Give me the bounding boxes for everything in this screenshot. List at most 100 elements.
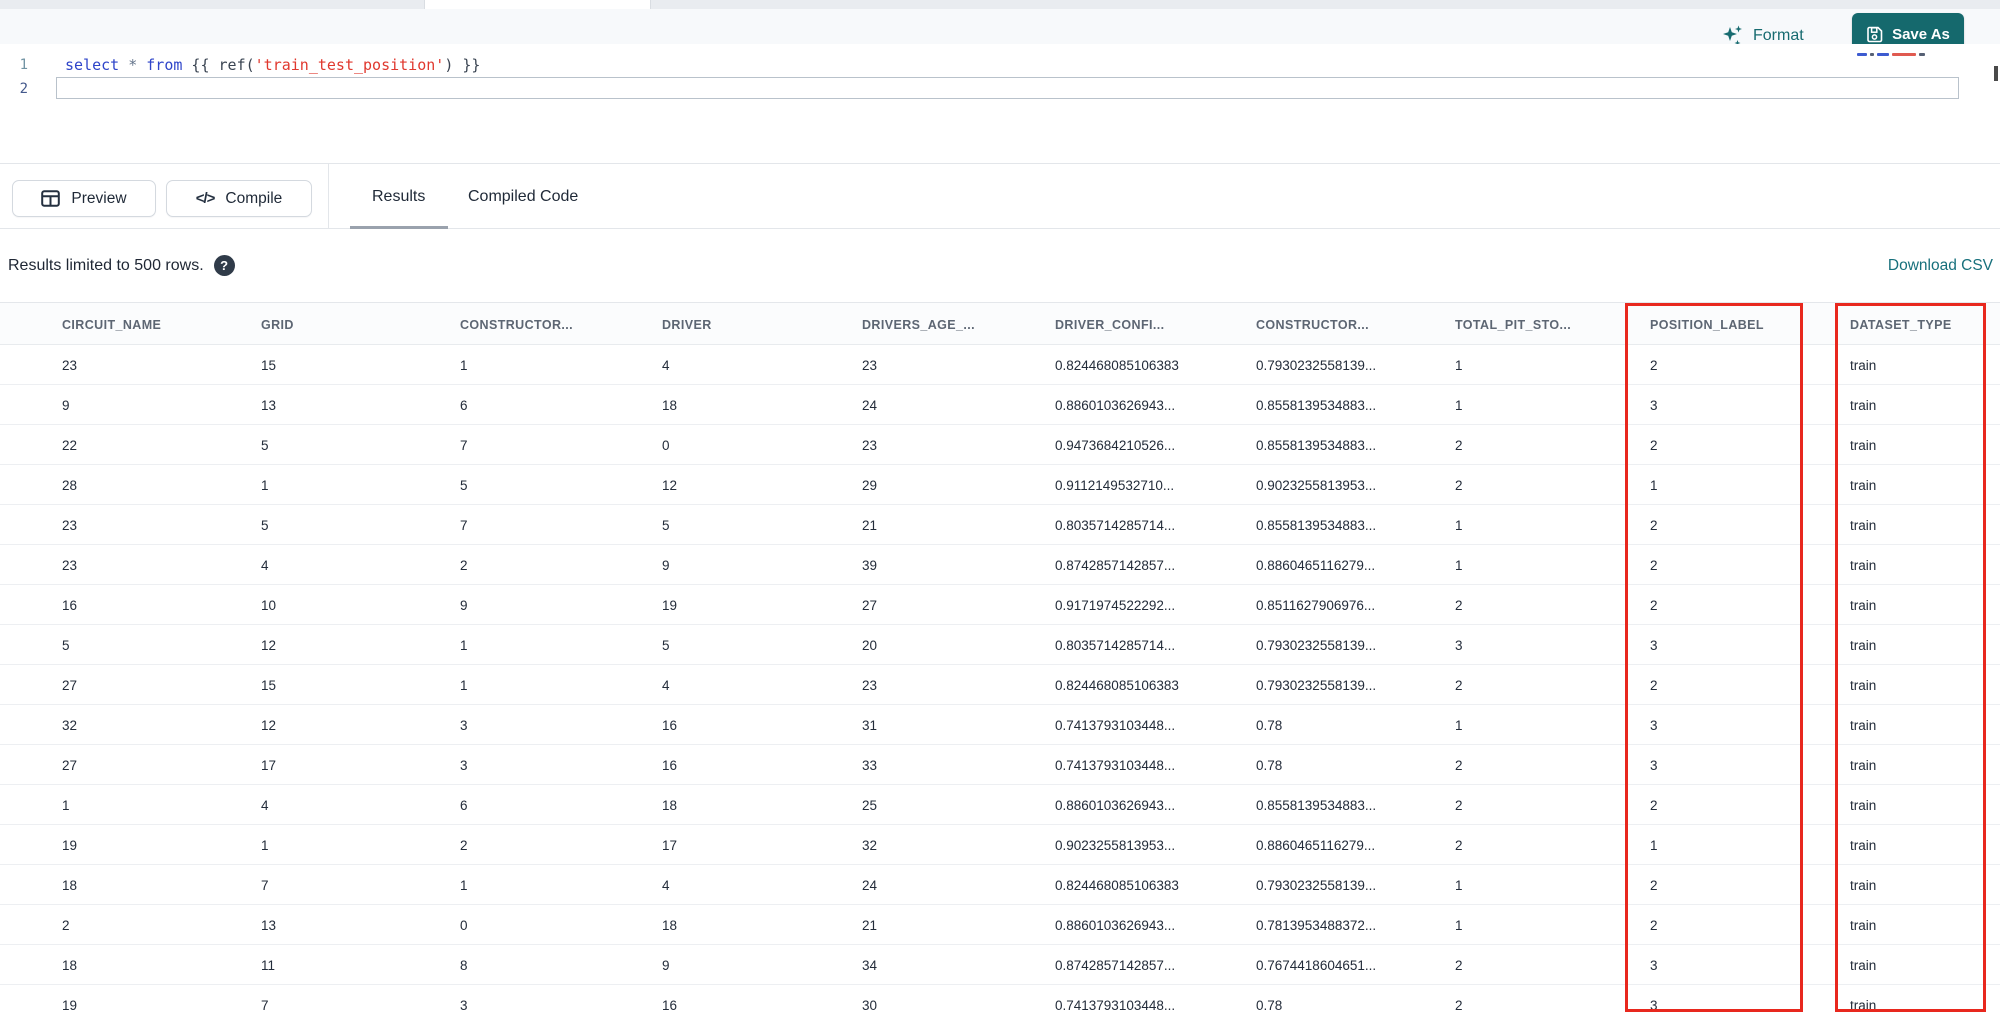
- active-file-tab[interactable]: [424, 0, 651, 9]
- table-cell: 0.7674418604651...: [1256, 957, 1377, 973]
- table-cell: 0.824468085106383: [1055, 877, 1179, 893]
- table-cell: train: [1850, 917, 1877, 933]
- table-cell: 2: [1650, 677, 1658, 693]
- table-cell: 32: [62, 717, 78, 733]
- vertical-divider: [328, 164, 329, 229]
- table-row: 28 1 5 12 29 0.9112149532710... 0.902325581395…: [0, 465, 2000, 505]
- tab-compiled-code-label: Compiled Code: [468, 187, 579, 205]
- table-cell: 0.8742857142857...: [1055, 957, 1176, 973]
- column-header: CONSTRUCTOR...: [1256, 317, 1370, 332]
- table-cell: train: [1850, 757, 1877, 773]
- tab-results[interactable]: Results: [372, 164, 425, 229]
- table-cell: 5: [261, 437, 269, 453]
- sql-code-editor[interactable]: 1 select * from {{ ref('train_test_posit…: [0, 44, 2000, 163]
- table-cell: 3: [460, 757, 468, 773]
- table-cell: 25: [862, 797, 878, 813]
- table-cell: 0.8558139534883...: [1256, 437, 1377, 453]
- table-cell: 0.824468085106383: [1055, 677, 1179, 693]
- table-cell: 1: [1455, 397, 1463, 413]
- column-header: TOTAL_PIT_STO...: [1455, 317, 1572, 332]
- table-cell: 16: [662, 757, 678, 773]
- table-cell: 20: [862, 637, 878, 653]
- table-cell: 18: [662, 917, 678, 933]
- table-cell: 39: [862, 557, 878, 573]
- save-as-label: Save As: [1892, 26, 1950, 43]
- table-cell: train: [1850, 357, 1877, 373]
- table-cell: 6: [460, 397, 468, 413]
- code-token: *: [128, 55, 138, 74]
- column-header: CONSTRUCTOR...: [460, 317, 574, 332]
- table-cell: 12: [662, 477, 678, 493]
- table-row: 16 10 9 19 27 0.9171974522292... 0.85116279069…: [0, 585, 2000, 625]
- table-cell: 4: [662, 677, 670, 693]
- table-cell: 16: [62, 597, 78, 613]
- tab-compiled-code[interactable]: Compiled Code: [468, 164, 578, 229]
- table-cell: 1: [460, 637, 468, 653]
- table-cell: 0: [460, 917, 468, 933]
- table-cell: 17: [662, 837, 678, 853]
- table-cell: 4: [261, 797, 269, 813]
- table-cell: 0.8558139534883...: [1256, 797, 1377, 813]
- table-cell: 7: [460, 437, 468, 453]
- help-icon[interactable]: ?: [213, 255, 235, 276]
- column-header: DATASET_TYPE: [1850, 317, 1952, 332]
- table-cell: 2: [1650, 437, 1658, 453]
- results-table: CIRCUIT_NAME GRID CONSTRUCTOR... DRIVER DRIV…: [0, 302, 2000, 1020]
- table-cell: 0.7930232558139...: [1256, 677, 1377, 693]
- line-number-1: 1: [19, 56, 28, 73]
- code-line-1: 1 select * from {{ ref('train_test_posit…: [0, 53, 2000, 76]
- preview-button[interactable]: Preview: [12, 180, 156, 217]
- table-cell: 2: [1455, 797, 1463, 813]
- table-cell: 0.9112149532710...: [1055, 477, 1175, 493]
- table-cell: 19: [662, 597, 678, 613]
- table-cell: 0.8035714285714...: [1055, 637, 1176, 653]
- table-cell: 1: [460, 357, 468, 373]
- format-label: Format: [1753, 27, 1804, 44]
- table-cell: 4: [662, 357, 670, 373]
- compile-button[interactable]: </> Compile: [166, 180, 312, 217]
- table-cell: 0.78: [1256, 717, 1283, 733]
- table-cell: 0.8558139534883...: [1256, 397, 1377, 413]
- table-cell: 27: [62, 757, 78, 773]
- table-cell: 2: [1455, 437, 1463, 453]
- table-cell: 13: [261, 917, 277, 933]
- code-line-1-text: select * from {{ ref('train_test_positio…: [38, 56, 480, 74]
- table-cell: 33: [862, 757, 878, 773]
- editor-scrollbar-thumb[interactable]: [1994, 66, 1998, 81]
- table-cell: 29: [862, 477, 878, 493]
- results-info-row: Results limited to 500 rows. ? Download …: [0, 229, 2000, 302]
- table-cell: 0.7930232558139...: [1256, 877, 1377, 893]
- table-cell: 9: [662, 957, 670, 973]
- table-cell: 0.8742857142857...: [1055, 557, 1176, 573]
- table-cell: 3: [1650, 397, 1658, 413]
- table-cell: 18: [662, 397, 678, 413]
- table-cell: 3: [460, 717, 468, 733]
- table-row: 27 17 3 16 33 0.7413793103448... 0.78 2 3 train: [0, 745, 2000, 785]
- code-token: ref(: [218, 55, 255, 74]
- table-cell: 2: [1650, 877, 1658, 893]
- editor-minimap: [1857, 50, 1987, 58]
- code-token: {{: [182, 55, 219, 74]
- table-cell: 0.8511627906976...: [1256, 597, 1376, 613]
- table-cell: 34: [862, 957, 878, 973]
- table-cell: 1: [1650, 837, 1658, 853]
- download-csv-label: Download CSV: [1887, 256, 1993, 274]
- table-cell: 19: [62, 997, 78, 1013]
- download-csv-link[interactable]: Download CSV: [1888, 229, 1993, 302]
- table-cell: 13: [261, 397, 277, 413]
- code-line-2: 2: [0, 77, 2000, 100]
- table-cell: 0.8558139534883...: [1256, 517, 1377, 533]
- table-cell: 0.9023255813953...: [1055, 837, 1176, 853]
- table-cell: 2: [1650, 917, 1658, 933]
- table-cell: 9: [62, 397, 70, 413]
- table-row: 22 5 7 0 23 0.9473684210526... 0.8558139534883…: [0, 425, 2000, 465]
- table-cell: 0.7930232558139...: [1256, 637, 1377, 653]
- table-cell: 7: [261, 997, 269, 1013]
- table-cell: 23: [862, 437, 878, 453]
- table-row: 23 15 1 4 23 0.824468085106383 0.7930232558139…: [0, 345, 2000, 385]
- editor-toolbar: Format Save As: [0, 9, 2000, 56]
- table-cell: 5: [460, 477, 468, 493]
- table-cell: train: [1850, 677, 1877, 693]
